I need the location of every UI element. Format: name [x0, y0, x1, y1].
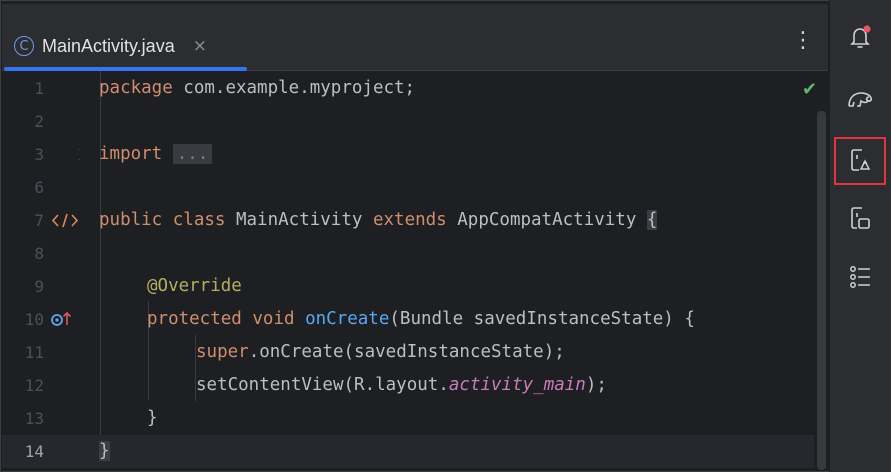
tab-mainactivity[interactable]: C MainActivity.java ×: [4, 22, 207, 70]
line-number: 1: [34, 79, 44, 98]
code-text: package com.example.myproject;: [99, 78, 416, 98]
code-editor[interactable]: C MainActivity.java × ⋮ ✔ 1 package com.…: [2, 4, 828, 470]
fold-expand-icon[interactable]: [50, 138, 80, 171]
code-text: }: [99, 441, 110, 461]
code-line: 3 import ...: [2, 138, 814, 171]
code-line: 8: [2, 237, 814, 270]
notifications-button[interactable]: [835, 16, 885, 62]
code-text: import ...: [99, 138, 213, 171]
right-tool-window-bar: [829, 0, 891, 472]
line-number: 3: [34, 145, 44, 164]
code-line: 9 @Override: [2, 270, 814, 303]
line-number: 10: [24, 310, 44, 329]
close-icon[interactable]: ×: [193, 36, 207, 56]
related-xml-icon[interactable]: [50, 204, 80, 237]
code-text: public class MainActivity extends AppCom…: [99, 210, 658, 230]
running-devices-button[interactable]: [834, 137, 886, 185]
device-manager-button[interactable]: [835, 196, 885, 242]
gradle-button[interactable]: [835, 78, 885, 124]
code-line: 13 }: [2, 402, 814, 435]
code-line: 6: [2, 171, 814, 204]
overrides-method-icon[interactable]: [50, 303, 80, 336]
gradle-elephant-icon: [844, 84, 876, 119]
java-class-icon: C: [14, 36, 34, 56]
line-number: 11: [24, 343, 44, 362]
code-text: @Override: [147, 276, 242, 296]
code-line: 12 setContentView(R.layout.activity_main…: [2, 369, 814, 402]
line-number: 9: [34, 277, 44, 296]
code-line: 11 super.onCreate(savedInstanceState);: [2, 336, 814, 369]
line-number: 14: [24, 442, 44, 461]
notifications-icon: [845, 22, 875, 57]
line-number: 12: [24, 376, 44, 395]
more-options-icon[interactable]: ⋮: [792, 28, 814, 53]
folded-imports[interactable]: ...: [172, 144, 213, 164]
line-number: 7: [34, 211, 44, 230]
code-line: 1 package com.example.myproject;: [2, 72, 814, 105]
line-number: 13: [24, 409, 44, 428]
line-number: 2: [34, 112, 44, 131]
editor-tab-bar: C MainActivity.java × ⋮: [2, 4, 828, 71]
code-line: 2: [2, 105, 814, 138]
line-number: 6: [34, 178, 44, 197]
structure-list-icon: [845, 262, 875, 297]
running-devices-icon: [845, 144, 875, 179]
code-area[interactable]: ✔ 1 package com.example.myproject; 2 3 i…: [2, 71, 828, 470]
code-text: protected void onCreate(Bundle savedInst…: [147, 309, 695, 329]
code-text: super.onCreate(savedInstanceState);: [196, 342, 565, 362]
code-line: 7 public class MainActivity extends AppC…: [2, 204, 814, 237]
code-text: setContentView(R.layout.activity_main);: [196, 375, 607, 395]
line-number: 8: [34, 244, 44, 263]
structure-button[interactable]: [835, 256, 885, 302]
tab-title: MainActivity.java: [42, 35, 175, 56]
code-line-current: 14 }: [2, 435, 814, 468]
code-text: }: [147, 408, 158, 428]
device-manager-icon: [845, 202, 875, 237]
code-line: 10 protected void onCreate(Bundle savedI…: [2, 303, 814, 336]
vertical-scrollbar[interactable]: [817, 111, 826, 470]
